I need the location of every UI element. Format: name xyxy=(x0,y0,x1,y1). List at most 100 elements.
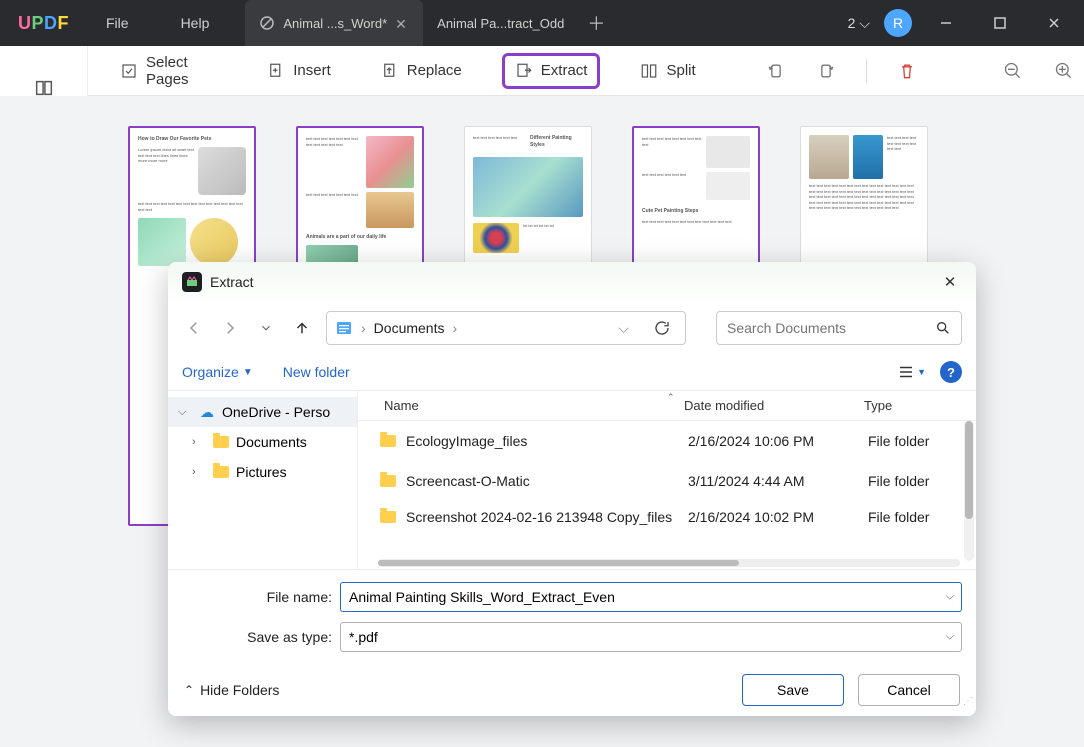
chevron-up-icon: ⌃ xyxy=(184,683,194,697)
insert-icon xyxy=(267,62,285,80)
column-type[interactable]: Type xyxy=(864,398,976,413)
saveas-label: Save as type: xyxy=(182,629,332,645)
save-button[interactable]: Save xyxy=(742,674,844,706)
refresh-button[interactable] xyxy=(653,319,677,337)
folder-icon xyxy=(380,475,396,487)
user-avatar[interactable]: R xyxy=(884,9,912,37)
tree-item-label: Documents xyxy=(236,434,307,450)
rotate-left-button[interactable] xyxy=(766,59,786,83)
tree-item-label: Pictures xyxy=(236,464,287,480)
organize-dropdown[interactable]: Organize ▼ xyxy=(182,364,253,380)
window-maximize-button[interactable] xyxy=(980,3,1020,43)
chevron-right-icon: › xyxy=(361,320,366,336)
new-tab-button[interactable]: ＋ xyxy=(578,0,614,46)
thumb-title: How to Draw Our Favorite Pets xyxy=(138,136,246,143)
tree-pictures[interactable]: › Pictures xyxy=(168,457,357,487)
tab-inactive-label: Animal Pa...tract_Odd xyxy=(437,16,564,31)
tree-item-label: OneDrive - Perso xyxy=(222,404,330,420)
zoom-out-button[interactable] xyxy=(1003,59,1023,83)
folder-icon xyxy=(212,433,230,451)
breadcrumb-current: Documents xyxy=(374,320,445,336)
breadcrumb-path[interactable]: › Documents › ⌵ xyxy=(326,311,686,345)
titlebar: UPDF File Help Animal ...s_Word* ✕ Anima… xyxy=(0,0,1084,46)
zoom-in-button[interactable] xyxy=(1054,59,1074,83)
new-folder-button[interactable]: New folder xyxy=(283,364,350,380)
folder-icon xyxy=(380,435,396,447)
dialog-footer: ⌃ Hide Folders Save Cancel xyxy=(168,664,976,716)
tab-close-icon[interactable]: ✕ xyxy=(395,16,409,30)
split-label: Split xyxy=(666,62,695,79)
help-button[interactable]: ? xyxy=(940,361,962,383)
split-icon xyxy=(640,62,658,80)
nav-up-button[interactable] xyxy=(290,316,314,340)
folder-icon xyxy=(380,511,396,523)
chevron-right-icon: › xyxy=(452,320,457,336)
file-row[interactable]: Screenshot 2024-02-16 213948 Copy_files … xyxy=(358,501,976,533)
replace-icon xyxy=(381,62,399,80)
file-row[interactable]: Screencast-O-Matic 3/11/2024 4:44 AM Fil… xyxy=(358,461,976,501)
extract-label: Extract xyxy=(541,62,588,79)
tab-active[interactable]: Animal ...s_Word* ✕ xyxy=(245,0,423,46)
replace-button[interactable]: Replace xyxy=(371,56,472,86)
select-pages-button[interactable]: Select Pages xyxy=(110,48,227,94)
vertical-scrollbar[interactable] xyxy=(964,421,974,561)
search-box[interactable] xyxy=(716,311,962,345)
document-icon xyxy=(259,15,275,31)
menu-file[interactable]: File xyxy=(80,0,155,46)
chevron-right-icon: › xyxy=(192,436,206,448)
window-close-button[interactable] xyxy=(1034,3,1074,43)
folder-icon xyxy=(212,463,230,481)
thumb-title: Cute Pet Painting Steps xyxy=(642,208,750,215)
extract-icon xyxy=(515,62,533,80)
menu-help[interactable]: Help xyxy=(155,0,236,46)
thumb-caption: Animals are a part of our daily life xyxy=(306,234,414,241)
filename-label: File name: xyxy=(182,589,332,605)
filename-input[interactable] xyxy=(340,582,962,612)
tree-documents[interactable]: › Documents xyxy=(168,427,357,457)
folder-blue-icon xyxy=(335,319,353,337)
column-date[interactable]: Date modified xyxy=(684,398,864,413)
cloud-icon: ☁ xyxy=(198,403,216,421)
dialog-titlebar: Extract ✕ xyxy=(168,262,976,302)
chevron-down-icon[interactable]: ⌵ xyxy=(618,320,629,337)
dialog-body: ⌵ ☁ OneDrive - Perso › Documents › Pictu… xyxy=(168,390,976,569)
search-input[interactable] xyxy=(727,320,927,336)
tree-onedrive[interactable]: ⌵ ☁ OneDrive - Perso xyxy=(168,397,357,427)
saveas-select[interactable] xyxy=(340,622,962,652)
tab-inactive[interactable]: Animal Pa...tract_Odd xyxy=(423,0,578,46)
replace-label: Replace xyxy=(407,62,462,79)
page-count-dropdown[interactable]: 2 ⌵ xyxy=(848,15,870,32)
file-row[interactable]: EcologyImage_files 2/16/2024 10:06 PM Fi… xyxy=(358,421,976,461)
search-icon xyxy=(935,320,951,336)
horizontal-scrollbar[interactable] xyxy=(378,559,960,567)
resize-grip[interactable]: ⋰ xyxy=(959,699,973,713)
dialog-title-text: Extract xyxy=(210,274,254,290)
app-small-icon xyxy=(182,272,202,292)
insert-button[interactable]: Insert xyxy=(257,56,341,86)
nav-back-button[interactable] xyxy=(182,316,206,340)
page-toolbar: Select Pages Insert Replace Extract Spli… xyxy=(0,46,1084,96)
split-button[interactable]: Split xyxy=(630,56,705,86)
hide-folders-toggle[interactable]: ⌃ Hide Folders xyxy=(184,682,279,698)
dialog-nav-row: › Documents › ⌵ xyxy=(168,302,976,354)
sort-indicator-icon: ⌃ xyxy=(667,392,675,403)
tab-active-label: Animal ...s_Word* xyxy=(283,16,387,31)
dialog-close-button[interactable]: ✕ xyxy=(938,273,962,291)
cancel-button[interactable]: Cancel xyxy=(858,674,960,706)
delete-page-button[interactable] xyxy=(897,59,917,83)
window-minimize-button[interactable] xyxy=(926,3,966,43)
file-list: ⌃ Name Date modified Type EcologyImage_f… xyxy=(358,391,976,569)
view-mode-button[interactable]: ▼ xyxy=(897,363,926,381)
save-dialog: Extract ✕ › Documents › ⌵ xyxy=(168,262,976,716)
nav-forward-button[interactable] xyxy=(218,316,242,340)
dialog-inputs: File name: ⌵ Save as type: ⌵ xyxy=(168,569,976,664)
extract-button[interactable]: Extract xyxy=(502,53,601,89)
dialog-options-row: Organize ▼ New folder ▼ ? xyxy=(168,354,976,390)
folder-tree: ⌵ ☁ OneDrive - Perso › Documents › Pictu… xyxy=(168,391,358,569)
insert-label: Insert xyxy=(293,62,331,79)
app-logo: UPDF xyxy=(0,13,80,34)
nav-recent-button[interactable] xyxy=(254,316,278,340)
rotate-right-button[interactable] xyxy=(816,59,836,83)
column-name[interactable]: Name xyxy=(384,398,684,413)
caret-down-icon: ▼ xyxy=(917,367,926,377)
